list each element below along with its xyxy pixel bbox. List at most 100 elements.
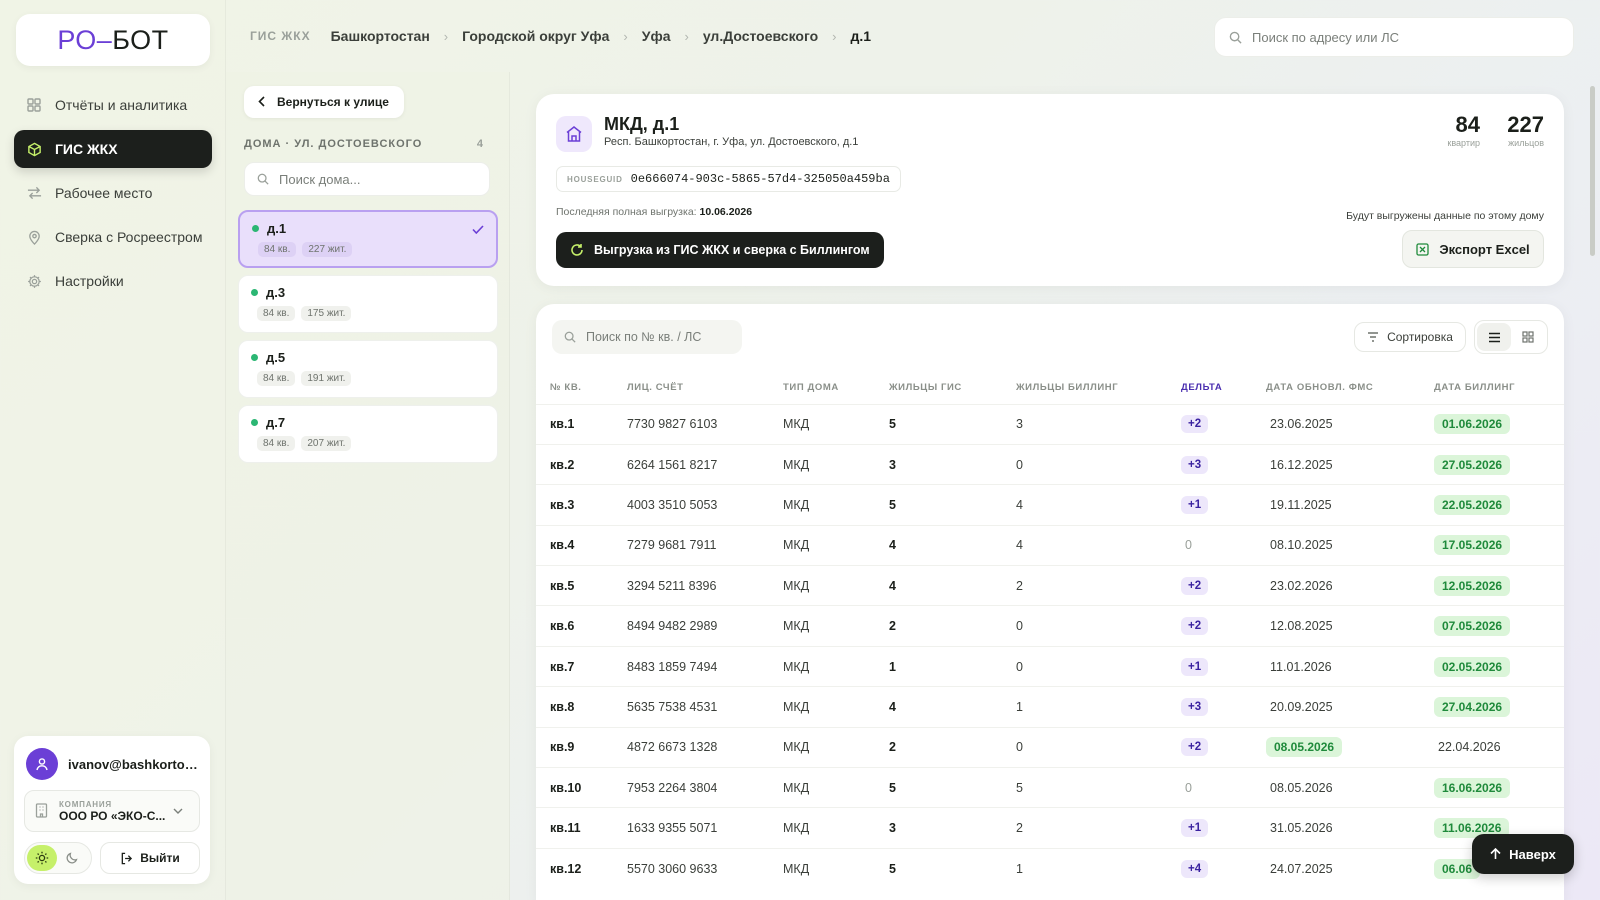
apartments-tag: 84 кв. <box>257 436 296 451</box>
column-header-delta[interactable]: ДЕЛЬТА <box>1181 372 1266 404</box>
company-label: КОМПАНИЯ <box>59 799 112 809</box>
company-selector[interactable]: КОМПАНИЯ ООО РО «ЭКО-С... <box>24 790 200 832</box>
table-row[interactable]: кв.3 4003 3510 5053 МКД 5 4 +1 19.11.2025 22.05… <box>536 484 1564 526</box>
apartment-number: кв.3 <box>536 484 627 526</box>
billing-date: 22.04.2026 <box>1438 740 1501 755</box>
fms-date-cell: 11.01.2026 <box>1266 645 1434 687</box>
table-row[interactable]: кв.9 4872 6673 1328 МКД 2 0 +2 08.05.2026 22.04… <box>536 726 1564 768</box>
house-title: МКД, д.1 <box>604 114 680 134</box>
fms-date-cell: 23.02.2026 <box>1266 565 1434 606</box>
gis-residents: 5 <box>889 767 1016 808</box>
table-body: кв.1 7730 9827 6103 МКД 5 3 +2 23.06.2025 01.06… <box>536 403 1564 889</box>
breadcrumb-street[interactable]: ул.Достоевского <box>703 28 818 44</box>
chevron-right-icon: › <box>684 28 689 44</box>
house-card[interactable]: д.5 84 кв. 191 жит. <box>238 340 498 398</box>
table-row[interactable]: кв.12 5570 3060 9633 МКД 5 1 +4 24.07.2025 06.0… <box>536 847 1564 889</box>
house-card[interactable]: д.1 84 кв. 227 жит. <box>238 210 498 268</box>
excel-icon <box>1416 242 1429 256</box>
table-row[interactable]: кв.5 3294 5211 8396 МКД 4 2 +2 23.02.2026 12.05… <box>536 565 1564 606</box>
column-header-account[interactable]: ЛИЦ. СЧЁТ <box>627 372 783 404</box>
scroll-to-top-button[interactable]: Наверх <box>1472 834 1574 874</box>
houses-count: 4 <box>476 138 484 150</box>
table-row[interactable]: кв.11 1633 9355 5071 МКД 3 2 +1 31.05.2026 11.0… <box>536 807 1564 849</box>
column-header-fms-date[interactable]: ДАТА ОБНОВЛ. ФМС <box>1266 372 1434 404</box>
account-number: 6264 1561 8217 <box>627 443 783 485</box>
houses-panel: Вернуться к улице ДОМА · УЛ. ДОСТОЕВСКОГ… <box>226 72 510 900</box>
delta-badge: +1 <box>1181 495 1209 514</box>
house-guid[interactable]: HOUSEGUID 0e666074-903c-5865-57d4-325050… <box>556 166 901 192</box>
logo[interactable]: РО – БОТ <box>16 14 210 66</box>
table-row[interactable]: кв.7 8483 1859 7494 МКД 1 0 +1 11.01.2026 02.05… <box>536 645 1564 687</box>
column-header-billing-date[interactable]: ДАТА БИЛЛИНГ <box>1434 372 1564 404</box>
nav-item-rosreestr[interactable]: Сверка с Росреестром <box>14 218 212 256</box>
nav-item-reports[interactable]: Отчёты и аналитика <box>14 86 212 124</box>
list-icon <box>1488 332 1500 342</box>
billing-date-badge: 22.05.2026 <box>1434 494 1511 515</box>
logout-icon <box>121 852 133 864</box>
chevron-right-icon: › <box>832 28 837 44</box>
delta-cell: +1 <box>1181 645 1266 687</box>
address-search-input[interactable] <box>1252 29 1573 45</box>
delta-cell: +1 <box>1181 484 1266 526</box>
fms-date-cell: 12.08.2025 <box>1266 605 1434 647</box>
house-card[interactable]: д.3 84 кв. 175 жит. <box>238 275 498 333</box>
refresh-icon <box>571 244 583 256</box>
fms-date: 11.01.2026 <box>1270 659 1332 674</box>
delta-badge: +2 <box>1181 576 1209 595</box>
table-row[interactable]: кв.10 7953 2264 3804 МКД 5 5 0 08.05.2026 16.06… <box>536 767 1564 808</box>
house-search-input[interactable] <box>279 171 489 187</box>
sort-icon <box>1368 332 1379 342</box>
gis-residents: 5 <box>889 847 1016 889</box>
breadcrumb-region[interactable]: Башкортостан <box>331 28 430 44</box>
apartment-search-input[interactable] <box>586 330 742 344</box>
moon-icon <box>66 852 78 864</box>
billing-date-badge: 07.05.2026 <box>1434 616 1511 637</box>
column-header-house-type[interactable]: ТИП ДОМА <box>783 372 889 404</box>
list-view-button[interactable] <box>1477 323 1511 351</box>
apartments-stat: 84 квартир <box>1436 112 1480 148</box>
sort-button[interactable]: Сортировка <box>1354 322 1466 352</box>
house-search <box>244 162 490 196</box>
gis-residents: 5 <box>889 403 1016 445</box>
user-row[interactable]: ivanov@bashkortost... <box>26 748 200 780</box>
billing-residents: 0 <box>1016 726 1181 768</box>
nav-item-label: Рабочее место <box>55 185 153 201</box>
table-row[interactable]: кв.1 7730 9827 6103 МКД 5 3 +2 23.06.2025 01.06… <box>536 403 1564 445</box>
house-card[interactable]: д.7 84 кв. 207 жит. <box>238 405 498 463</box>
table-row[interactable]: кв.2 6264 1561 8217 МКД 3 0 +3 16.12.2025 27.05… <box>536 443 1564 485</box>
residents-tag: 191 жит. <box>301 371 352 386</box>
nav-item-gis[interactable]: ГИС ЖКХ <box>14 130 212 168</box>
breadcrumb-gis[interactable]: ГИС ЖКХ <box>250 29 311 43</box>
account-number: 7279 9681 7911 <box>627 524 783 566</box>
breadcrumb-city[interactable]: Уфа <box>642 28 671 44</box>
table-row[interactable]: кв.8 5635 7538 4531 МКД 4 1 +3 20.09.2025 27.04… <box>536 686 1564 728</box>
logout-button[interactable]: Выйти <box>100 842 200 874</box>
nav-item-workplace[interactable]: Рабочее место <box>14 174 212 212</box>
table-row[interactable]: кв.4 7279 9681 7911 МКД 4 4 0 08.10.2025 17.05.… <box>536 524 1564 566</box>
sync-button[interactable]: Выгрузка из ГИС ЖКХ и сверка с Биллингом <box>556 232 884 268</box>
export-excel-button[interactable]: Экспорт Excel <box>1402 230 1544 268</box>
house-type: МКД <box>783 686 889 728</box>
column-header-billing-residents[interactable]: ЖИЛЬЦЫ БИЛЛИНГ <box>1016 372 1181 404</box>
fms-date: 24.07.2025 <box>1270 861 1333 876</box>
billing-date-cell: 12.05.2026 <box>1434 565 1564 606</box>
column-header-gis-residents[interactable]: ЖИЛЬЦЫ ГИС <box>889 372 1016 404</box>
logo-ro: РО <box>57 24 97 55</box>
table-header-row: № КВ. ЛИЦ. СЧЁТ ТИП ДОМА ЖИЛЬЦЫ ГИС ЖИЛЬ… <box>536 372 1564 404</box>
gear-icon <box>26 273 42 289</box>
breadcrumb-district[interactable]: Городской округ Уфа <box>462 28 609 44</box>
column-header-apartment[interactable]: № КВ. <box>536 372 627 404</box>
billing-residents: 1 <box>1016 847 1181 889</box>
back-to-street-button[interactable]: Вернуться к улице <box>244 86 404 118</box>
dark-theme-button[interactable] <box>57 845 87 871</box>
grid-view-button[interactable] <box>1511 323 1545 351</box>
user-icon <box>36 758 48 771</box>
billing-residents: 5 <box>1016 767 1181 808</box>
page-scrollbar[interactable] <box>1590 86 1595 256</box>
last-export-label: Последняя полная выгрузка: <box>556 206 697 218</box>
light-theme-button[interactable] <box>27 845 57 871</box>
view-toggle <box>1474 320 1548 354</box>
apartment-number: кв.9 <box>536 726 627 768</box>
table-row[interactable]: кв.6 8494 9482 2989 МКД 2 0 +2 12.08.2025 07.05… <box>536 605 1564 647</box>
nav-item-settings[interactable]: Настройки <box>14 262 212 300</box>
